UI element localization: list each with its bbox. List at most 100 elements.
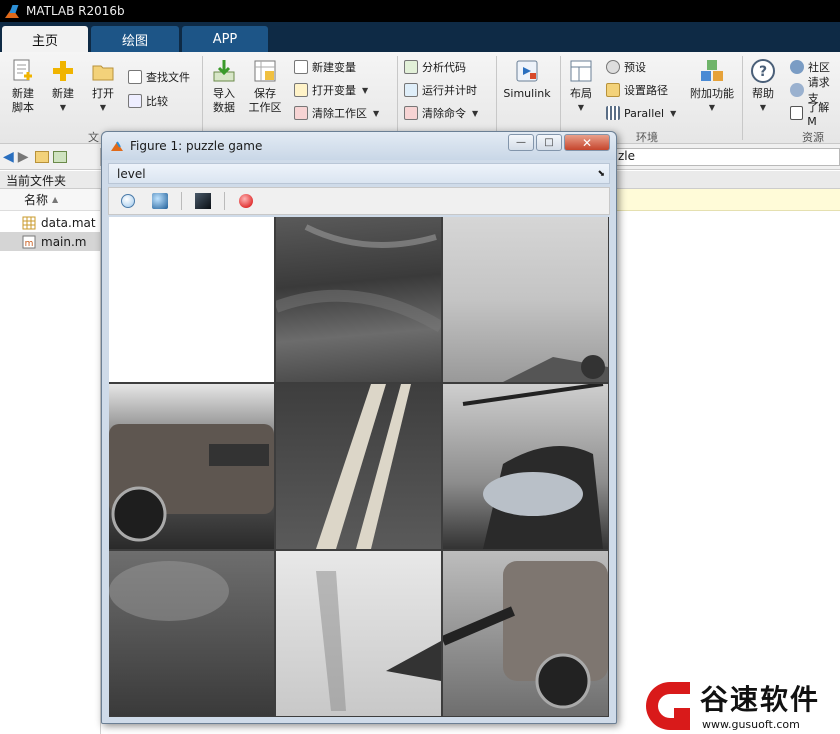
clear-workspace-icon <box>294 106 308 120</box>
menu-overflow-icon[interactable]: ⬊ <box>597 169 605 179</box>
app-title-bar: MATLAB R2016b <box>0 0 840 22</box>
run-and-time-button[interactable]: 运行并计时 <box>404 81 477 99</box>
puzzle-tile[interactable] <box>109 384 274 549</box>
figure-window: Figure 1: puzzle game — □ ✕ level ⬊ <box>101 131 617 724</box>
puzzle-tile[interactable] <box>443 551 608 716</box>
learn-icon <box>790 106 804 120</box>
parallel-icon <box>606 106 620 120</box>
puzzle-tile-empty[interactable] <box>109 217 274 382</box>
watermark-url: www.gusuoft.com <box>702 718 800 731</box>
environment-group-label: 环境 <box>636 131 658 144</box>
layout-button[interactable]: 布局 ▼ <box>566 58 596 115</box>
analyze-code-icon <box>404 60 418 74</box>
tile-image <box>316 384 411 549</box>
find-files-button[interactable]: 查找文件 <box>128 68 190 86</box>
addons-cubes-icon <box>701 60 723 81</box>
ribbon-separator <box>397 56 398 140</box>
current-folder-title: 当前文件夹 <box>6 174 67 188</box>
open-variable-icon <box>294 83 308 97</box>
close-icon: ✕ <box>581 135 593 150</box>
open-button[interactable]: 打开 ▼ <box>88 58 118 115</box>
run-and-time-icon <box>404 83 418 97</box>
name-column-header[interactable]: 名称 ▲ <box>0 189 100 211</box>
import-data-button[interactable]: 导入 数据 <box>208 58 240 115</box>
request-support-button[interactable]: 请求支 <box>790 76 840 105</box>
help-button[interactable]: ? 帮助 ▼ <box>748 58 778 115</box>
tab-plots[interactable]: 绘图 <box>91 26 179 52</box>
browse-folder-icon[interactable] <box>52 150 67 163</box>
up-folder-icon[interactable] <box>34 150 49 163</box>
minimize-icon: — <box>516 137 526 148</box>
dark-image-icon <box>195 193 211 209</box>
clear-commands-button[interactable]: 清除命令 ▼ <box>404 104 478 122</box>
layout-icon <box>570 60 592 82</box>
dropdown-caret-icon: ▼ <box>759 103 767 112</box>
file-item-main-m[interactable]: m main.m <box>0 232 100 251</box>
puzzle-tile[interactable] <box>276 384 441 549</box>
record-tool-button[interactable] <box>235 190 257 212</box>
minimize-button[interactable]: — <box>508 134 534 151</box>
dropdown-caret-icon: ▼ <box>577 103 585 112</box>
tile-image <box>443 561 608 709</box>
tile-image <box>109 424 274 542</box>
save-workspace-button[interactable]: 保存 工作区 <box>246 58 284 115</box>
forward-arrow-icon[interactable]: ▶ <box>18 149 29 165</box>
dropdown-caret-icon: ▼ <box>373 108 380 118</box>
simulink-button[interactable]: Simulink <box>502 58 552 101</box>
ribbon-separator <box>496 56 497 140</box>
back-arrow-icon[interactable]: ◀ <box>3 149 14 165</box>
mat-file-icon <box>22 216 36 229</box>
learn-matlab-button[interactable]: 了解 M <box>790 101 840 128</box>
file-item-data-mat[interactable]: data.mat <box>0 213 100 232</box>
dark-image-tool-button[interactable] <box>192 190 214 212</box>
matlab-figure-icon <box>111 141 123 151</box>
dropdown-caret-icon: ▼ <box>99 103 107 112</box>
save-workspace-icon <box>254 60 276 82</box>
dropdown-caret-icon: ▼ <box>708 103 716 112</box>
new-variable-icon <box>294 60 308 74</box>
circle-tool-button[interactable] <box>117 190 139 212</box>
puzzle-tile[interactable] <box>276 217 441 382</box>
tab-apps[interactable]: APP <box>182 26 268 52</box>
toolbar-separator <box>224 192 225 210</box>
compare-button[interactable]: 比较 <box>128 92 168 110</box>
toolbar-separator <box>181 192 182 210</box>
compare-icon <box>128 94 142 108</box>
puzzle-tile[interactable] <box>443 217 608 382</box>
analyze-code-button[interactable]: 分析代码 <box>404 58 466 76</box>
puzzle-tile[interactable] <box>276 551 441 716</box>
new-button[interactable]: 新建 ▼ <box>48 58 78 115</box>
clear-workspace-button[interactable]: 清除工作区 ▼ <box>294 104 379 122</box>
dropdown-caret-icon: ▼ <box>59 103 67 112</box>
tab-home[interactable]: 主页 <box>2 26 88 52</box>
puzzle-tile[interactable] <box>109 551 274 716</box>
ribbon-tab-bar: 主页 绘图 APP <box>0 22 840 52</box>
svg-text:?: ? <box>759 64 767 80</box>
help-icon: ? <box>751 59 775 83</box>
import-icon <box>213 60 235 82</box>
parallel-button[interactable]: Parallel ▼ <box>606 104 676 122</box>
circle-icon <box>121 194 135 208</box>
ribbon-separator <box>560 56 561 140</box>
folder-icon <box>92 65 114 81</box>
close-button[interactable]: ✕ <box>564 134 610 151</box>
set-path-icon <box>606 83 620 97</box>
resources-group-label: 资源 <box>802 131 824 144</box>
ribbon-separator <box>742 56 743 140</box>
open-variable-button[interactable]: 打开变量 ▼ <box>294 81 368 99</box>
tile-image <box>503 355 608 382</box>
svg-text:m: m <box>25 239 34 249</box>
puzzle-tile[interactable] <box>443 384 608 549</box>
addons-button[interactable]: 附加功能 ▼ <box>688 58 736 115</box>
new-script-icon <box>13 59 32 81</box>
matlab-logo-icon <box>4 3 20 19</box>
preferences-button[interactable]: 预设 <box>606 58 646 76</box>
plus-icon <box>53 61 73 81</box>
sphere-tool-button[interactable] <box>149 190 171 212</box>
new-script-button[interactable]: 新建 脚本 <box>8 58 38 115</box>
new-variable-button[interactable]: 新建变量 <box>294 58 356 76</box>
set-path-button[interactable]: 设置路径 <box>606 81 668 99</box>
maximize-button[interactable]: □ <box>536 134 562 151</box>
path-text: zle <box>618 149 636 163</box>
menu-level[interactable]: level <box>117 167 146 181</box>
